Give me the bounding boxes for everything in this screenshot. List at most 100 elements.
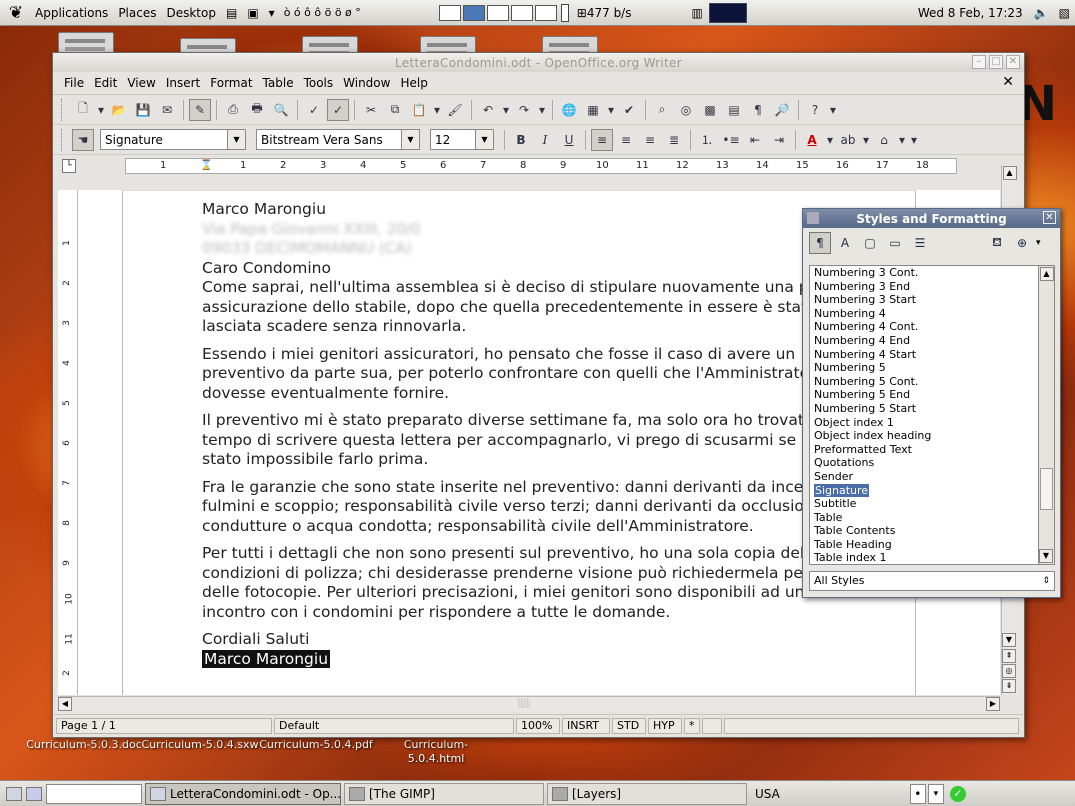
panel-titlebar[interactable]: Styles and Formatting ✕: [803, 209, 1060, 228]
close-icon[interactable]: ✕: [1043, 211, 1056, 224]
style-list-item[interactable]: Quotations: [810, 456, 1038, 470]
tab-type-icon[interactable]: └: [62, 159, 76, 173]
bold-icon[interactable]: B: [510, 129, 532, 151]
update-notifier-icon[interactable]: ✓: [949, 785, 966, 802]
scroll-thumb[interactable]: [1040, 468, 1053, 510]
align-center-icon[interactable]: ≡: [615, 129, 637, 151]
highlight-icon[interactable]: ab: [837, 129, 859, 151]
style-list-scrollbar[interactable]: ▲ ▼: [1039, 265, 1055, 565]
copy-icon[interactable]: ⧉: [384, 99, 406, 121]
workspace-1[interactable]: [438, 4, 461, 21]
align-right-icon[interactable]: ≡: [639, 129, 661, 151]
style-list-item[interactable]: Object index heading: [810, 429, 1038, 443]
format-paintbrush-icon[interactable]: 🖌: [444, 99, 466, 121]
launcher-icon[interactable]: [26, 786, 42, 801]
workspace-5[interactable]: [534, 4, 557, 21]
table-dropdown-icon[interactable]: ▾: [606, 99, 616, 121]
task-gimp[interactable]: [The GIMP]: [344, 782, 544, 805]
menu-format[interactable]: Format: [205, 76, 257, 90]
navigation-icon[interactable]: ◎: [1002, 664, 1016, 678]
style-list-item[interactable]: Table Contents: [810, 524, 1038, 538]
notification-area-icon[interactable]: •: [909, 783, 926, 804]
font-color-dropdown-icon[interactable]: ▾: [825, 129, 835, 151]
redo-icon[interactable]: ↷: [513, 99, 535, 121]
autospellcheck-icon[interactable]: ✓: [327, 98, 349, 121]
redo-dropdown-icon[interactable]: ▾: [537, 99, 547, 121]
window-titlebar[interactable]: LetteraCondomini.odt - OpenOffice.org Wr…: [53, 53, 1024, 72]
styles-formatting-icon[interactable]: ☚: [72, 128, 94, 151]
highlight-dropdown-icon[interactable]: ▾: [861, 129, 871, 151]
task-layers[interactable]: [Layers]: [547, 782, 747, 805]
zoom-icon[interactable]: 🔎: [771, 99, 793, 121]
style-list-item[interactable]: Preformatted Text: [810, 443, 1038, 457]
selection-mode-indicator[interactable]: STD: [612, 717, 646, 734]
menu-edit[interactable]: Edit: [89, 76, 122, 90]
workspace-2[interactable]: [462, 4, 485, 21]
character-styles-icon[interactable]: A: [834, 232, 856, 254]
list-styles-icon[interactable]: ☰: [909, 232, 931, 254]
terminal-icon[interactable]: ▣: [242, 6, 263, 20]
show-desktop-icon[interactable]: [6, 786, 22, 801]
menu-insert[interactable]: Insert: [161, 76, 205, 90]
chevron-down-icon[interactable]: ▼: [475, 130, 493, 149]
menu-help[interactable]: Help: [395, 76, 432, 90]
gnome-foot-icon[interactable]: ❦: [6, 3, 26, 23]
window-list-icon[interactable]: ▧: [1054, 6, 1075, 20]
align-left-icon[interactable]: ≡: [591, 128, 613, 151]
workspace-4[interactable]: [510, 4, 533, 21]
menu-tools[interactable]: Tools: [299, 76, 339, 90]
desktop-menu[interactable]: Desktop: [161, 6, 221, 20]
frame-styles-icon[interactable]: ▢: [859, 232, 881, 254]
command-input[interactable]: [46, 783, 142, 804]
new-style-icon[interactable]: ⊕: [1011, 232, 1033, 254]
increase-indent-icon[interactable]: ⇥: [768, 129, 790, 151]
system-monitor-icon[interactable]: ▥: [691, 6, 702, 20]
chevron-down-icon[interactable]: ▼: [227, 130, 245, 149]
menu-file[interactable]: File: [59, 76, 89, 90]
style-list-item[interactable]: Numbering 4: [810, 307, 1038, 321]
style-list-item[interactable]: Numbering 5: [810, 361, 1038, 375]
hyperlink-mode-indicator[interactable]: HYP: [648, 717, 682, 734]
minimize-button[interactable]: –: [972, 55, 986, 69]
undo-icon[interactable]: ↶: [477, 99, 499, 121]
selected-signature[interactable]: Marco Marongiu: [202, 649, 331, 668]
help-icon[interactable]: ?: [804, 99, 826, 121]
style-list-item[interactable]: Numbering 5 End: [810, 388, 1038, 402]
new-dropdown-icon[interactable]: ▾: [96, 99, 106, 121]
style-list-item[interactable]: Numbering 3 Start: [810, 293, 1038, 307]
undo-dropdown-icon[interactable]: ▾: [501, 99, 511, 121]
style-list-item[interactable]: Table: [810, 511, 1038, 525]
numbering-icon[interactable]: ⒈: [696, 129, 718, 151]
scroll-up-icon[interactable]: ▲: [1039, 267, 1054, 281]
zoom-indicator[interactable]: 100%: [516, 717, 560, 734]
cut-icon[interactable]: ✂: [360, 99, 382, 121]
scroll-right-icon[interactable]: ▶: [986, 697, 1000, 711]
font-color-icon[interactable]: A: [801, 129, 823, 151]
keyboard-layout[interactable]: USA: [755, 787, 780, 801]
places-menu[interactable]: Places: [113, 6, 161, 20]
toolbar-grip[interactable]: [61, 98, 66, 121]
paste-icon[interactable]: 📋: [408, 99, 430, 121]
new-style-dropdown-icon[interactable]: ▾: [1036, 238, 1041, 248]
table-icon[interactable]: ▦: [582, 99, 604, 121]
toolbar-options-icon[interactable]: ▾: [909, 129, 919, 151]
gallery-icon[interactable]: ▩: [699, 99, 721, 121]
fill-format-icon[interactable]: ⛾: [986, 232, 1008, 254]
nonprinting-chars-icon[interactable]: ¶: [747, 99, 769, 121]
vertical-ruler[interactable]: 1 2 3 4 5 6 7 8 9 10 11 2: [58, 190, 78, 695]
toolbar-options-icon[interactable]: ▾: [828, 99, 838, 121]
email-icon[interactable]: ✉: [156, 99, 178, 121]
export-pdf-icon[interactable]: ⎙: [222, 99, 244, 121]
scroll-down-icon[interactable]: ▼: [1002, 633, 1016, 647]
next-page-icon[interactable]: ⇟: [1002, 679, 1016, 693]
style-list-item[interactable]: Numbering 4 Start: [810, 348, 1038, 362]
task-writer[interactable]: LetteraCondomini.odt - Op...: [145, 782, 341, 805]
font-name-combo[interactable]: Bitstream Vera Sans ▼: [256, 129, 420, 150]
clock[interactable]: Wed 8 Feb, 17:23: [918, 6, 1023, 20]
horizontal-scrollbar[interactable]: ◀ ░░ ▶: [58, 696, 1000, 712]
style-list-item[interactable]: Signature: [810, 483, 1038, 498]
bullets-icon[interactable]: •≡: [720, 129, 742, 151]
workspace-switcher[interactable]: [437, 4, 557, 21]
volume-icon[interactable]: 🔈: [1029, 6, 1054, 20]
maximize-button[interactable]: □: [989, 55, 1003, 69]
